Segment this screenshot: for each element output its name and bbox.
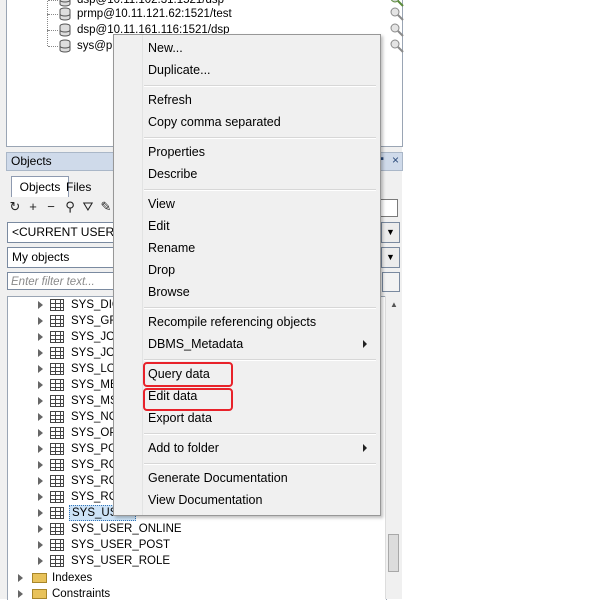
table-icon: [50, 411, 64, 423]
edit-data-highlight: [143, 388, 233, 411]
folder-name: Constraints: [52, 588, 111, 600]
table-icon: [50, 299, 64, 311]
menu-item-new[interactable]: New...: [148, 38, 183, 58]
filter-icon[interactable]: ⛛: [81, 200, 95, 214]
menu-item-browse[interactable]: Browse: [148, 282, 190, 302]
scope-select-value: My objects: [12, 250, 70, 264]
table-icon: [50, 315, 64, 327]
key-icon: [390, 23, 404, 37]
menu-item-describe[interactable]: Describe: [148, 164, 197, 184]
menu-item-duplicate[interactable]: Duplicate...: [148, 60, 211, 80]
tab-objects[interactable]: Objects: [11, 176, 69, 197]
menu-item-recompile-referencing-objects[interactable]: Recompile referencing objects: [148, 312, 316, 332]
context-menu: New... Duplicate... Refresh Copy comma s…: [113, 34, 381, 516]
table-icon: [50, 347, 64, 359]
table-icon: [50, 331, 64, 343]
menu-item-generate-documentation[interactable]: Generate Documentation: [148, 468, 288, 488]
key-icon: [390, 39, 404, 53]
table-name: SYS_USER_ONLINE: [71, 523, 182, 535]
menu-separator: [144, 137, 376, 139]
table-name: SYS_USER_POST: [71, 539, 171, 551]
table-icon: [50, 379, 64, 391]
menu-separator: [144, 85, 376, 87]
table-icon: [50, 395, 64, 407]
tree-scrollbar[interactable]: ▲: [385, 296, 402, 599]
add-icon[interactable]: +: [26, 200, 40, 214]
menu-item-export-data[interactable]: Export data: [148, 408, 212, 428]
folder-icon: [32, 589, 47, 599]
find-icon[interactable]: ⚲: [63, 200, 77, 214]
chevron-down-icon[interactable]: ▼: [381, 248, 399, 267]
menu-item-view[interactable]: View: [148, 194, 175, 214]
menu-item-dbms-metadata[interactable]: DBMS_Metadata: [148, 334, 243, 354]
key-icon: [390, 7, 404, 21]
menu-item-refresh[interactable]: Refresh: [148, 90, 192, 110]
objects-panel-title: Objects: [11, 154, 52, 168]
table-icon: [50, 363, 64, 375]
database-icon: [59, 23, 71, 37]
menu-item-view-documentation[interactable]: View Documentation: [148, 490, 262, 510]
table-icon: [50, 523, 64, 535]
menu-item-drop[interactable]: Drop: [148, 260, 175, 280]
table-icon: [50, 491, 64, 503]
menu-item-rename[interactable]: Rename: [148, 238, 195, 258]
menu-separator: [144, 307, 376, 309]
table-icon: [50, 507, 64, 519]
menu-item-properties[interactable]: Properties: [148, 142, 205, 162]
menu-item-add-to-folder[interactable]: Add to folder: [148, 438, 219, 458]
table-icon: [50, 555, 64, 567]
user-select-value: <CURRENT USER>: [12, 225, 122, 239]
filter-options-icon[interactable]: [382, 272, 400, 292]
remove-icon[interactable]: −: [44, 200, 58, 214]
table-icon: [50, 459, 64, 471]
scroll-up-icon[interactable]: ▲: [390, 300, 398, 309]
database-icon: [59, 39, 71, 53]
table-icon: [50, 443, 64, 455]
menu-separator: [144, 463, 376, 465]
menu-separator: [144, 433, 376, 435]
connection-label: prmp@10.11.121.62:1521/test: [77, 8, 232, 20]
folder-icon: [32, 573, 47, 583]
close-icon[interactable]: ×: [392, 153, 399, 167]
menu-icon-gutter: [114, 35, 143, 515]
folder-name: Indexes: [52, 572, 93, 584]
connection-item[interactable]: prmp@10.11.121.62:1521/test: [7, 0, 404, 22]
table-icon: [50, 475, 64, 487]
menu-item-edit[interactable]: Edit: [148, 216, 170, 236]
database-icon: [59, 7, 71, 21]
tab-files[interactable]: Files: [62, 177, 110, 197]
query-data-highlight: [143, 362, 233, 387]
edit-icon[interactable]: ✎: [99, 200, 113, 214]
table-icon: [50, 539, 64, 551]
menu-item-copy-comma-separated[interactable]: Copy comma separated: [148, 112, 281, 132]
refresh-icon[interactable]: ↻: [8, 200, 22, 214]
menu-separator: [144, 359, 376, 361]
submenu-arrow-icon: [363, 444, 367, 452]
scroll-thumb[interactable]: [388, 534, 399, 572]
chevron-down-icon[interactable]: ▼: [381, 223, 399, 242]
submenu-arrow-icon: [363, 340, 367, 348]
table-icon: [50, 427, 64, 439]
search-box-icon[interactable]: [380, 199, 398, 217]
table-name: SYS_USER_ROLE: [71, 555, 171, 567]
menu-separator: [144, 189, 376, 191]
